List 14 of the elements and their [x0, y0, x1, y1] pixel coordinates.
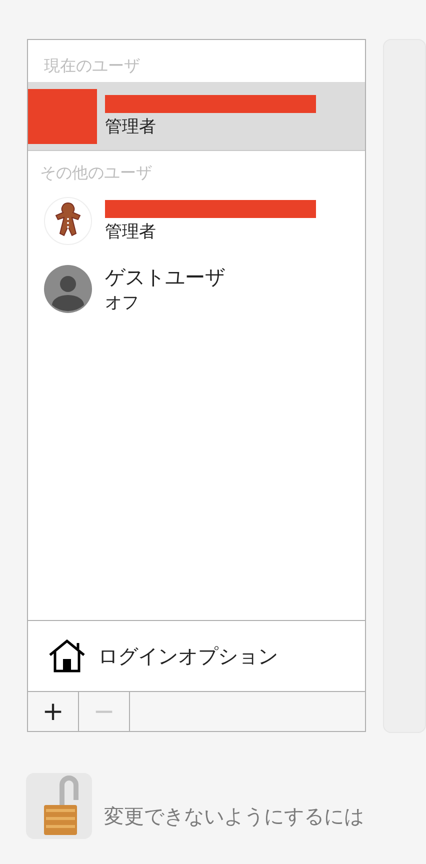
- user-role: 管理者: [105, 117, 157, 137]
- add-button[interactable]: +: [28, 692, 79, 731]
- section-heading: 現在のユーザ: [43, 55, 141, 77]
- lock-hint: 変更できないようにするには: [104, 803, 364, 830]
- user-list-item[interactable]: ゲストユーザ オフ: [28, 255, 365, 323]
- user-list-item[interactable]: 管理者: [28, 187, 365, 255]
- user-role: オフ: [105, 293, 140, 313]
- user-list-item[interactable]: 管理者: [28, 82, 365, 150]
- house-icon: [48, 639, 86, 673]
- user-name: ゲストユーザ: [105, 265, 225, 289]
- lock-button[interactable]: [26, 773, 92, 839]
- user-role: 管理者: [105, 222, 157, 242]
- section-heading: その他のユーザ: [39, 162, 153, 184]
- login-options-label: ログインオプション: [98, 643, 278, 670]
